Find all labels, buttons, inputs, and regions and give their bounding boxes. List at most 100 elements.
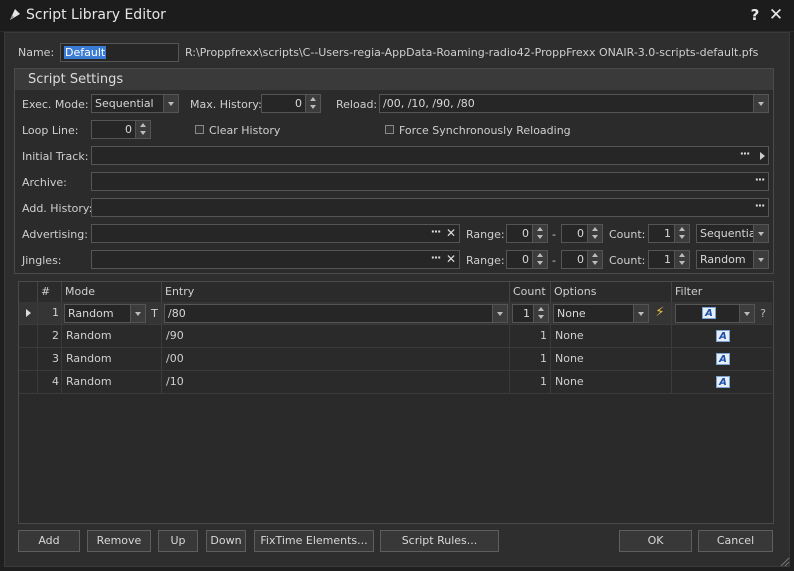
row-options-cell[interactable]: None [551, 348, 672, 371]
reload-select[interactable]: /00, /10, /90, /80 [379, 94, 769, 113]
chevron-down-icon[interactable] [753, 95, 768, 112]
chevron-down-icon[interactable] [492, 305, 507, 322]
spinner-arrows-icon[interactable] [305, 95, 320, 112]
row-selector[interactable] [19, 302, 38, 325]
loop-line-spinner[interactable]: 0 [91, 120, 151, 139]
row-count-cell[interactable]: 1 [510, 302, 551, 325]
fixtime-elements-button[interactable]: FixTime Elements... [254, 530, 374, 552]
text-format-icon[interactable]: T [148, 303, 161, 325]
advertising-input[interactable]: ··· ✕ [91, 224, 460, 243]
cancel-button[interactable]: Cancel [698, 530, 773, 552]
initial-track-input[interactable]: ··· [91, 146, 769, 165]
archive-input[interactable]: ··· [91, 172, 769, 191]
row-mode-cell[interactable]: Random [62, 325, 162, 348]
row-count-cell[interactable]: 1 [510, 348, 551, 371]
row-mode-select[interactable]: Random [64, 304, 146, 323]
row-filter-select[interactable]: A [675, 304, 755, 323]
play-arrow-icon[interactable] [760, 152, 765, 160]
row-mode-cell[interactable]: Random T [62, 302, 162, 325]
row-filter-cell[interactable]: A [672, 325, 772, 348]
jingles-mode-select[interactable]: Random [696, 250, 769, 269]
help-button[interactable]: ? [747, 6, 763, 26]
spinner-arrows-icon[interactable] [587, 251, 602, 268]
exec-mode-select[interactable]: Sequential [91, 94, 179, 113]
ellipsis-icon[interactable]: ··· [428, 225, 443, 242]
row-selector[interactable] [19, 371, 38, 394]
chevron-down-icon[interactable] [130, 305, 145, 322]
range-dash: - [552, 228, 556, 241]
close-icon[interactable]: ✕ [766, 5, 786, 25]
column-header-mode[interactable]: Mode [62, 282, 162, 302]
help-icon[interactable]: ? [757, 303, 769, 325]
row-options-cell[interactable]: None [551, 325, 672, 348]
ellipsis-icon[interactable]: ··· [752, 173, 767, 190]
column-header-options[interactable]: Options [551, 282, 672, 302]
ellipsis-icon[interactable]: ··· [428, 251, 443, 268]
chevron-down-icon[interactable] [753, 225, 768, 242]
ellipsis-icon[interactable]: ··· [737, 147, 752, 164]
row-entry-select[interactable]: /80 [164, 304, 508, 323]
chevron-down-icon[interactable] [633, 305, 648, 322]
add-button[interactable]: Add [18, 530, 80, 552]
resize-grip-icon[interactable] [778, 555, 790, 567]
jingles-count[interactable]: 1 [648, 250, 690, 269]
force-sync-checkbox[interactable] [385, 125, 394, 134]
remove-button[interactable]: Remove [87, 530, 151, 552]
clear-x-icon[interactable]: ✕ [444, 225, 458, 242]
column-header-num[interactable]: # [38, 282, 62, 302]
jingles-range-to[interactable]: 0 [561, 250, 603, 269]
row-filter-cell[interactable]: A [672, 371, 772, 394]
spinner-arrows-icon[interactable] [135, 121, 150, 138]
up-button[interactable]: Up [158, 530, 198, 552]
script-rules-button[interactable]: Script Rules... [380, 530, 499, 552]
loop-line-value: 0 [125, 123, 132, 136]
row-filter-cell[interactable]: A [672, 348, 772, 371]
spinner-arrows-icon[interactable] [674, 251, 689, 268]
spinner-arrows-icon[interactable] [532, 225, 547, 242]
table-row[interactable]: 4 Random /10 1 None A [19, 371, 772, 394]
row-options-cell[interactable]: None ⚡ [551, 302, 672, 325]
ellipsis-icon[interactable]: ··· [752, 199, 767, 216]
column-header-filter[interactable]: Filter [672, 282, 772, 302]
row-entry-cell[interactable]: /10 [162, 371, 510, 394]
spinner-arrows-icon[interactable] [533, 305, 548, 322]
spinner-arrows-icon[interactable] [587, 225, 602, 242]
jingles-range-from[interactable]: 0 [506, 250, 548, 269]
row-count-cell[interactable]: 1 [510, 371, 551, 394]
row-selector[interactable] [19, 348, 38, 371]
advertising-count[interactable]: 1 [648, 224, 690, 243]
row-entry-cell[interactable]: /90 [162, 325, 510, 348]
table-row[interactable]: 3 Random /00 1 None A [19, 348, 772, 371]
table-row[interactable]: 2 Random /90 1 None A [19, 325, 772, 348]
clear-x-icon[interactable]: ✕ [444, 251, 458, 268]
row-count-cell[interactable]: 1 [510, 325, 551, 348]
advertising-mode-select[interactable]: Sequential [696, 224, 769, 243]
advertising-range-from[interactable]: 0 [506, 224, 548, 243]
row-count-spinner[interactable]: 1 [512, 304, 549, 323]
chevron-down-icon[interactable] [163, 95, 178, 112]
row-mode-cell[interactable]: Random [62, 371, 162, 394]
table-row[interactable]: 1 Random T /80 1 None ⚡ A ? [19, 302, 772, 325]
row-options-select[interactable]: None [553, 304, 649, 323]
row-options-cell[interactable]: None [551, 371, 672, 394]
down-button[interactable]: Down [206, 530, 246, 552]
column-header-count[interactable]: Count [510, 282, 551, 302]
chevron-down-icon[interactable] [753, 251, 768, 268]
add-history-input[interactable]: ··· [91, 198, 769, 217]
column-header-entry[interactable]: Entry [162, 282, 510, 302]
row-filter-cell[interactable]: A ? [672, 302, 772, 325]
max-history-spinner[interactable]: 0 [261, 94, 321, 113]
spinner-arrows-icon[interactable] [532, 251, 547, 268]
spinner-arrows-icon[interactable] [674, 225, 689, 242]
row-mode-cell[interactable]: Random [62, 348, 162, 371]
row-entry-cell[interactable]: /00 [162, 348, 510, 371]
chevron-down-icon[interactable] [739, 305, 754, 322]
name-input[interactable]: Default [60, 43, 179, 62]
lightning-icon[interactable]: ⚡ [652, 305, 668, 321]
ok-button[interactable]: OK [619, 530, 692, 552]
jingles-input[interactable]: ··· ✕ [91, 250, 460, 269]
clear-history-checkbox[interactable] [195, 125, 204, 134]
row-selector[interactable] [19, 325, 38, 348]
advertising-range-to[interactable]: 0 [561, 224, 603, 243]
row-entry-cell[interactable]: /80 [162, 302, 510, 325]
